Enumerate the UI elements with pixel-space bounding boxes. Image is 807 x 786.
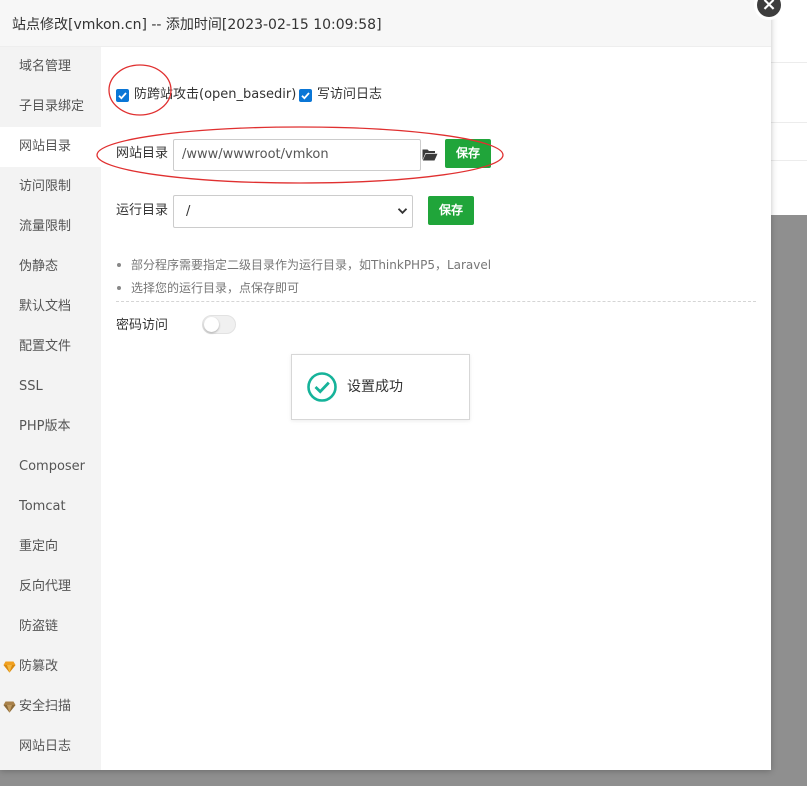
success-toast: 设置成功 <box>291 354 470 420</box>
sidebar-item-label: 伪静态 <box>19 259 59 274</box>
access-log-label: 写访问日志 <box>317 87 383 102</box>
password-access-label: 密码访问 <box>116 318 169 333</box>
sidebar-item-tamper-proof[interactable]: 防篡改 <box>0 647 101 687</box>
sidebar-item-access-limit[interactable]: 访问限制 <box>0 167 101 207</box>
chevron-down-icon <box>397 208 408 215</box>
sidebar-item-rewrite[interactable]: 伪静态 <box>0 247 101 287</box>
sidebar-item-security-scan[interactable]: 安全扫描 <box>0 687 101 727</box>
sidebar-item-hotlink-protection[interactable]: 防盗链 <box>0 607 101 647</box>
note-text: 部分程序需要指定二级目录作为运行目录，如ThinkPHP5，Laravel <box>131 258 492 272</box>
sidebar-item-php-version[interactable]: PHP版本 <box>0 407 101 447</box>
sidebar-item-label: SSL <box>19 379 43 394</box>
sidebar-item-label: 重定向 <box>19 539 59 554</box>
sidebar-item-label: 配置文件 <box>19 339 72 354</box>
run-directory-select[interactable]: / <box>173 195 413 228</box>
save-site-directory-button[interactable]: 保存 <box>445 139 491 168</box>
sidebar-item-site-directory[interactable]: 网站目录 <box>0 127 101 167</box>
close-icon: × <box>757 0 781 17</box>
sidebar-item-label: 防篡改 <box>19 659 59 674</box>
sidebar-item-label: 网站目录 <box>19 139 72 154</box>
sidebar-item-default-document[interactable]: 默认文档 <box>0 287 101 327</box>
sidebar-item-ssl[interactable]: SSL <box>0 367 101 407</box>
gem-icon <box>3 701 16 713</box>
access-log-checkbox[interactable] <box>299 89 312 102</box>
sidebar-item-label: 域名管理 <box>19 59 72 74</box>
sidebar-item-label: Composer <box>19 459 86 474</box>
site-directory-input[interactable]: /www/wwwroot/vmkon <box>173 139 421 171</box>
note-item: 选择您的运行目录，点保存即可 <box>117 280 299 296</box>
sidebar-item-reverse-proxy[interactable]: 反向代理 <box>0 567 101 607</box>
site-directory-panel: 防跨站攻击(open_basedir) 写访问日志 网站目录 /www/wwwr… <box>101 47 771 770</box>
sidebar-item-domain[interactable]: 域名管理 <box>0 47 101 87</box>
sidebar-item-label: PHP版本 <box>19 419 71 434</box>
run-directory-label: 运行目录 <box>116 203 169 218</box>
sidebar-item-label: 子目录绑定 <box>19 99 85 114</box>
sidebar-item-label: 访问限制 <box>19 179 72 194</box>
password-access-toggle[interactable] <box>202 315 236 334</box>
sidebar-item-traffic-limit[interactable]: 流量限制 <box>0 207 101 247</box>
sidebar-item-label: 安全扫描 <box>19 699 72 714</box>
sidebar-item-config-file[interactable]: 配置文件 <box>0 327 101 367</box>
note-text: 选择您的运行目录，点保存即可 <box>131 281 300 295</box>
sidebar-item-label: 流量限制 <box>19 219 72 234</box>
sidebar-item-label: 默认文档 <box>19 299 72 314</box>
dashed-divider <box>116 301 756 302</box>
sidebar-item-label: 反向代理 <box>19 579 72 594</box>
bullet-icon <box>117 262 121 267</box>
site-settings-dialog: 站点修改[vmkon.cn] -- 添加时间[2023-02-15 10:09:… <box>0 0 771 770</box>
sidebar-item-site-log[interactable]: 网站日志 <box>0 727 101 767</box>
sidebar-item-label: Tomcat <box>19 499 66 514</box>
check-circle-icon <box>307 372 337 402</box>
folder-open-icon[interactable] <box>422 148 438 161</box>
settings-sidebar: 域名管理 子目录绑定 网站目录 访问限制 流量限制 伪静态 默认文档 配置文件 … <box>0 47 101 770</box>
sidebar-item-subdirectory-binding[interactable]: 子目录绑定 <box>0 87 101 127</box>
checkmark-icon <box>301 92 310 100</box>
checkmark-icon <box>118 92 127 100</box>
sidebar-item-label: 防盗链 <box>19 619 59 634</box>
dialog-header: 站点修改[vmkon.cn] -- 添加时间[2023-02-15 10:09:… <box>0 0 771 47</box>
site-directory-label: 网站目录 <box>116 146 169 161</box>
note-item: 部分程序需要指定二级目录作为运行目录，如ThinkPHP5，Laravel <box>117 257 491 273</box>
run-directory-selected: / <box>186 204 191 219</box>
dialog-title: 站点修改[vmkon.cn] -- 添加时间[2023-02-15 10:09:… <box>12 17 382 33</box>
toast-message: 设置成功 <box>347 379 403 395</box>
sidebar-item-tomcat[interactable]: Tomcat <box>0 487 101 527</box>
save-run-directory-button[interactable]: 保存 <box>428 196 474 225</box>
gem-icon <box>3 661 16 673</box>
sidebar-item-label: 网站日志 <box>19 739 72 754</box>
bullet-icon <box>117 285 121 290</box>
toggle-knob <box>204 317 219 332</box>
sidebar-item-composer[interactable]: Composer <box>0 447 101 487</box>
anti-cross-site-checkbox[interactable] <box>116 89 129 102</box>
anti-cross-site-label: 防跨站攻击(open_basedir) <box>134 87 297 102</box>
sidebar-item-redirect[interactable]: 重定向 <box>0 527 101 567</box>
